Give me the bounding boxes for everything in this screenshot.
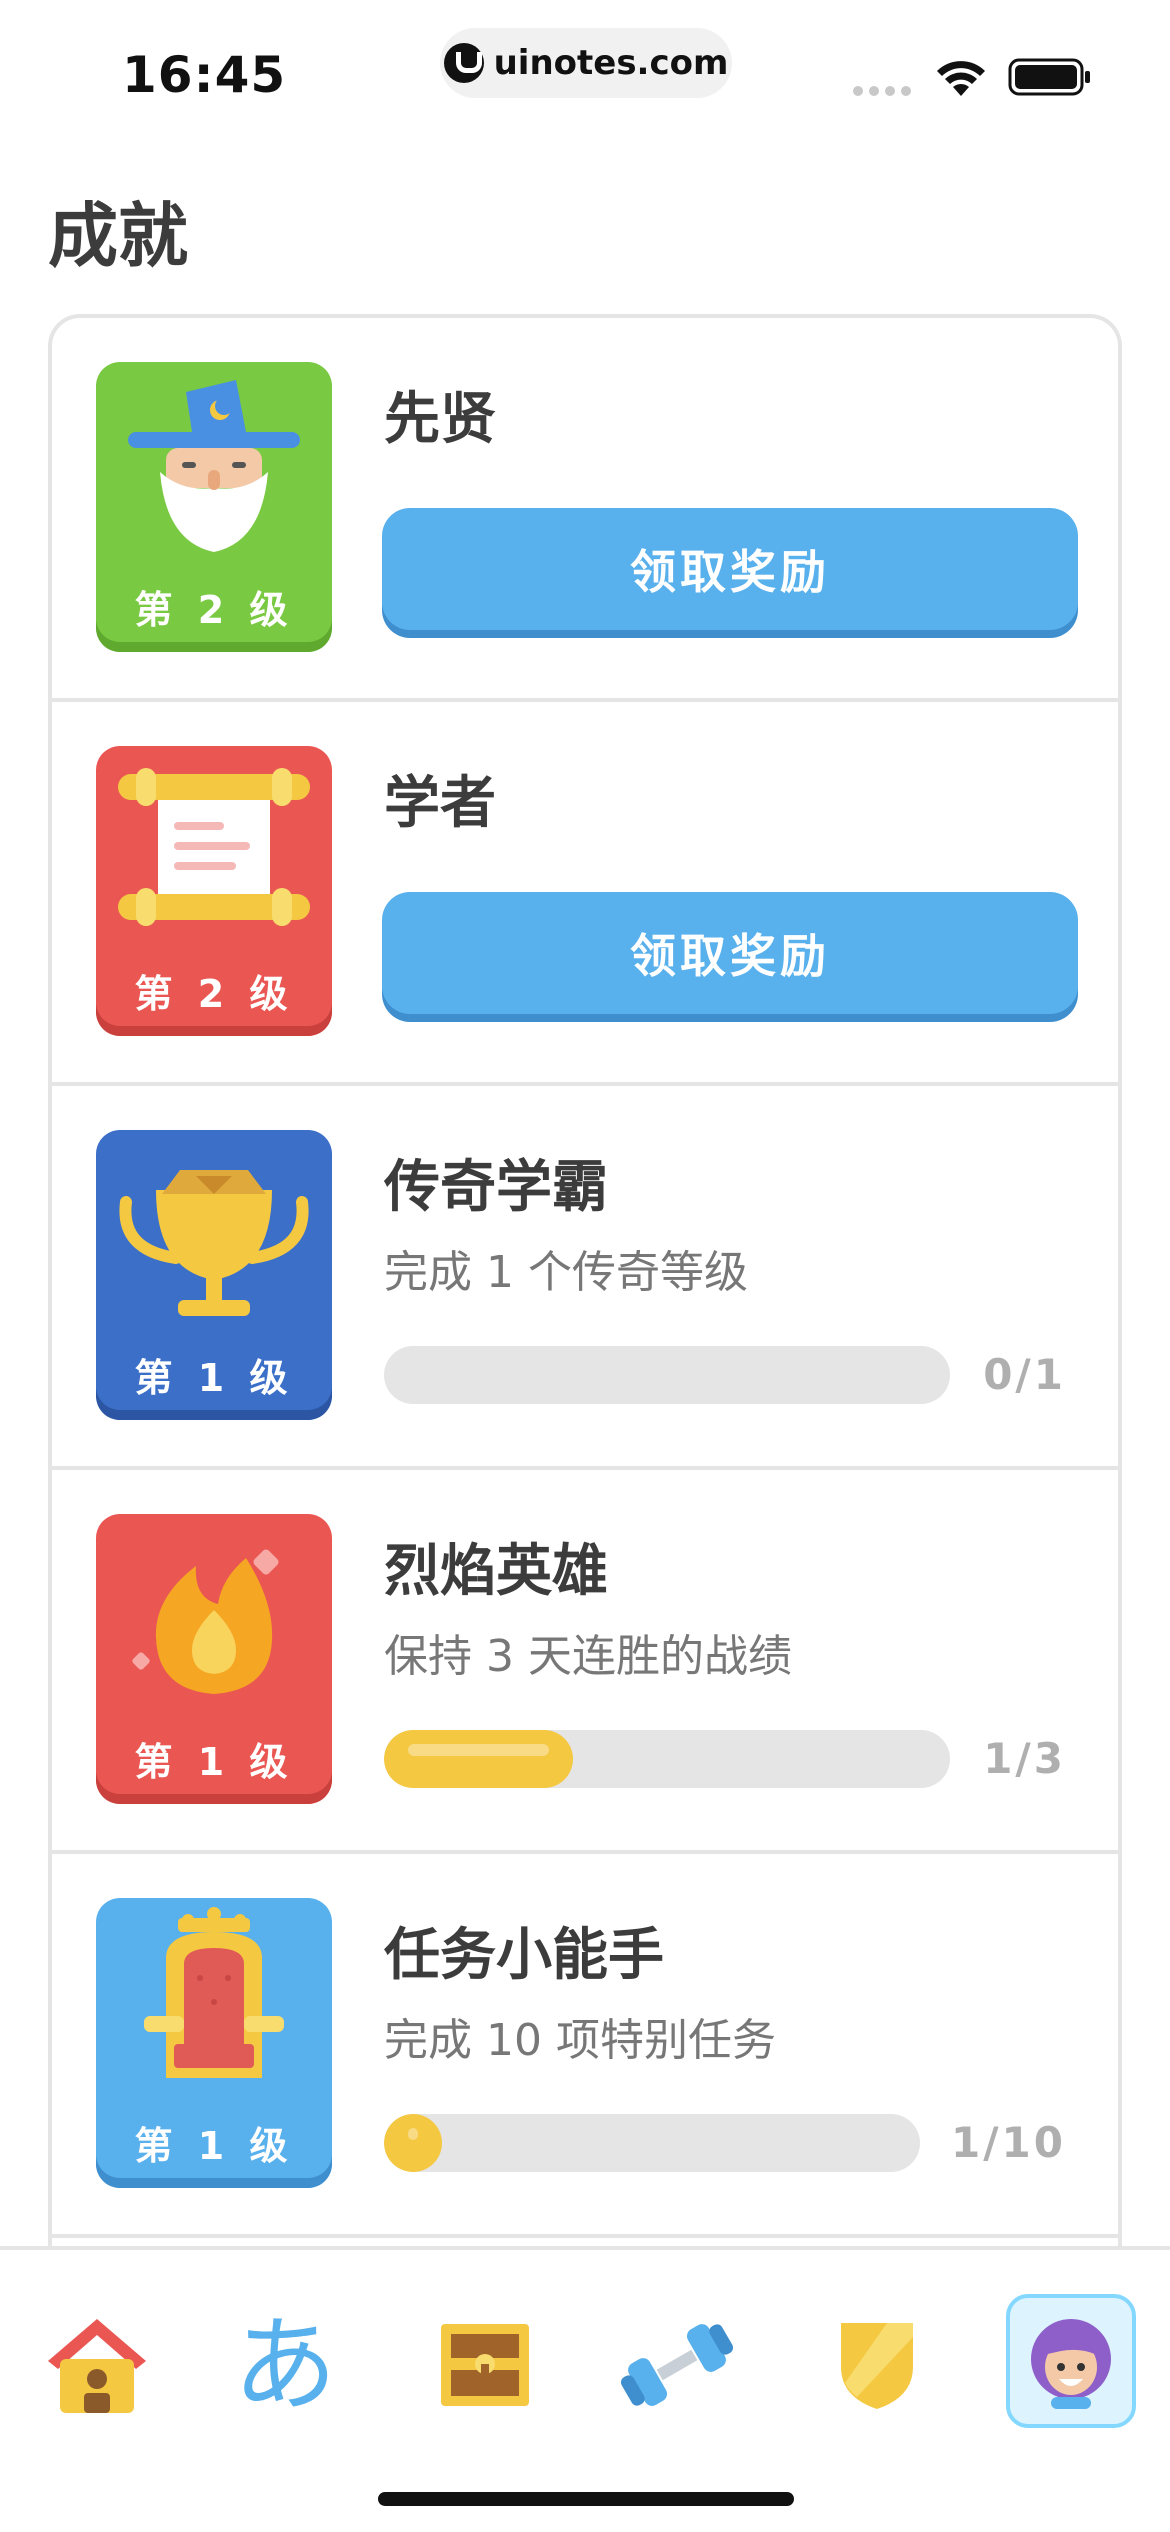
status-bar: 16:45 uinotes.com bbox=[0, 0, 1170, 140]
progress-fill bbox=[384, 1730, 573, 1788]
tab-stories[interactable] bbox=[420, 2300, 550, 2430]
badge-level: 第 2 级 bbox=[134, 972, 294, 1016]
claim-reward-button[interactable]: 领取奖励 bbox=[382, 508, 1078, 630]
scroll-icon bbox=[118, 768, 310, 926]
achievement-title: 学者 bbox=[384, 771, 496, 836]
progress-bar bbox=[384, 1346, 950, 1404]
progress-fill bbox=[384, 2114, 442, 2172]
progress-count: 1/10 bbox=[950, 2118, 1066, 2167]
badge-level: 第 1 级 bbox=[134, 1356, 294, 1400]
url-text: uinotes.com bbox=[493, 43, 729, 83]
shield-icon bbox=[841, 2323, 913, 2409]
battery-icon bbox=[1008, 58, 1090, 96]
achievement-badge: 第 1 级 bbox=[96, 1130, 332, 1420]
achievement-description: 完成 10 项特别任务 bbox=[384, 2015, 776, 2066]
progress-count: 0/1 bbox=[983, 1350, 1066, 1399]
achievement-badge: 第 2 级 bbox=[96, 746, 332, 1036]
wizard-icon bbox=[128, 380, 300, 552]
avatar-icon bbox=[1031, 2319, 1111, 2409]
page-title: 成就 bbox=[48, 195, 188, 277]
achievements-list: 第 2 级 先贤 领取奖励 第 2 级 学者 领取奖励 第 1 级 传奇学霸 完… bbox=[48, 314, 1122, 2254]
treasure-chest-icon bbox=[441, 2324, 529, 2406]
tab-home[interactable] bbox=[32, 2300, 162, 2430]
achievement-row-wildfire[interactable]: 第 1 级 烈焰英雄 保持 3 天连胜的战绩 1/3 bbox=[52, 1470, 1118, 1854]
badge-level: 第 2 级 bbox=[134, 588, 294, 632]
tab-practice[interactable] bbox=[612, 2300, 742, 2430]
cellular-signal-icon bbox=[853, 86, 911, 96]
achievement-title: 烈焰英雄 bbox=[384, 1539, 608, 1604]
progress-bar bbox=[384, 2114, 920, 2172]
achievement-row-scholar[interactable]: 第 2 级 学者 领取奖励 bbox=[52, 702, 1118, 1086]
tab-profile[interactable] bbox=[1006, 2294, 1136, 2428]
home-icon bbox=[48, 2319, 146, 2413]
throne-icon bbox=[144, 1907, 284, 2078]
achievement-row-sage[interactable]: 第 2 级 先贤 领取奖励 bbox=[52, 318, 1118, 702]
status-time: 16:45 bbox=[122, 46, 287, 104]
badge-level: 第 1 级 bbox=[134, 2124, 294, 2168]
home-indicator bbox=[378, 2492, 794, 2506]
achievement-title: 先贤 bbox=[384, 387, 496, 452]
achievement-badge: 第 2 级 bbox=[96, 362, 332, 652]
tab-leagues[interactable] bbox=[812, 2300, 942, 2430]
wifi-icon bbox=[937, 61, 985, 96]
flame-icon bbox=[132, 1549, 279, 1694]
site-logo-icon bbox=[443, 43, 484, 83]
achievement-title: 传奇学霸 bbox=[384, 1155, 608, 1220]
achievement-title: 任务小能手 bbox=[384, 1923, 664, 1988]
hiragana-icon: あ bbox=[232, 2304, 337, 2426]
achievement-badge: 第 1 级 bbox=[96, 1898, 332, 2188]
achievement-badge: 第 1 级 bbox=[96, 1514, 332, 1804]
claim-reward-button[interactable]: 领取奖励 bbox=[382, 892, 1078, 1014]
trophy-icon bbox=[119, 1170, 309, 1316]
tab-characters[interactable]: あ bbox=[220, 2300, 350, 2430]
dumbbell-icon bbox=[620, 2324, 734, 2406]
url-pill[interactable]: uinotes.com bbox=[440, 28, 732, 98]
achievement-description: 保持 3 天连胜的战绩 bbox=[384, 1631, 792, 1682]
achievement-row-quests[interactable]: 第 1 级 任务小能手 完成 10 项特别任务 1/10 bbox=[52, 1854, 1118, 2238]
tab-bar: あ bbox=[0, 2246, 1170, 2532]
badge-level: 第 1 级 bbox=[134, 1740, 294, 1784]
progress-count: 1/3 bbox=[983, 1734, 1066, 1783]
achievement-description: 完成 1 个传奇等级 bbox=[384, 1247, 748, 1298]
progress-bar bbox=[384, 1730, 950, 1788]
achievement-row-legendary[interactable]: 第 1 级 传奇学霸 完成 1 个传奇等级 0/1 bbox=[52, 1086, 1118, 1470]
